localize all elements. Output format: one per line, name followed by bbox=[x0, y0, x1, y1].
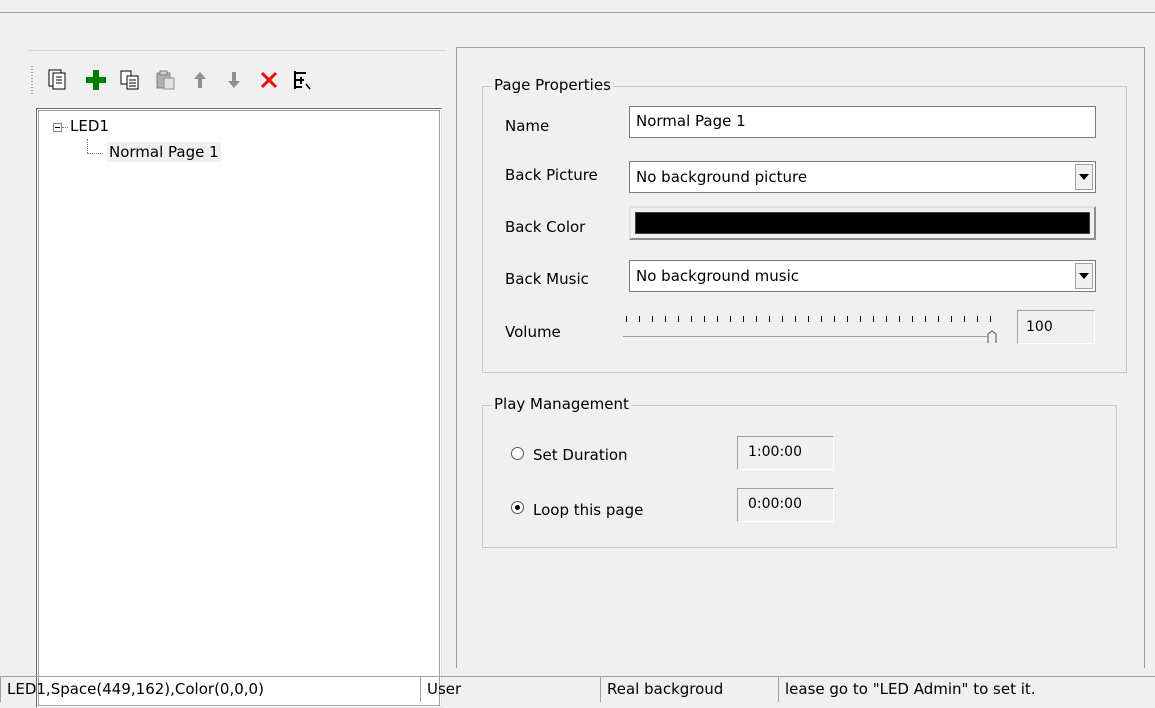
toolbar-grip[interactable] bbox=[31, 66, 33, 94]
chevron-down-icon bbox=[1079, 273, 1089, 279]
tree-node-led1[interactable]: LED1 bbox=[70, 117, 109, 135]
volume-slider-thumb[interactable] bbox=[987, 330, 997, 348]
status-bar: LED1,Space(449,162),Color(0,0,0) User Re… bbox=[0, 674, 1155, 702]
back-picture-dropdown-button[interactable] bbox=[1075, 164, 1093, 190]
volume-value: 100 bbox=[1017, 310, 1095, 344]
loop-page-radio[interactable] bbox=[511, 501, 524, 514]
delete-icon bbox=[260, 71, 278, 89]
tree-structure-button[interactable] bbox=[286, 64, 318, 96]
back-music-label: Back Music bbox=[505, 270, 589, 288]
status-message: lease go to "LED Admin" to set it. bbox=[778, 676, 1155, 702]
loop-page-field[interactable]: 0:00:00 bbox=[737, 488, 834, 522]
properties-panel: Page Properties Name Normal Page 1 Back … bbox=[456, 47, 1145, 668]
move-down-icon bbox=[228, 72, 240, 88]
volume-slider[interactable] bbox=[623, 311, 1003, 343]
volume-slider-track bbox=[623, 336, 987, 340]
move-up-icon bbox=[194, 72, 206, 88]
move-up-button[interactable] bbox=[184, 64, 216, 96]
add-button[interactable] bbox=[80, 64, 112, 96]
new-page-icon bbox=[48, 69, 66, 90]
back-picture-select[interactable]: No background picture bbox=[629, 161, 1096, 193]
back-color-swatch bbox=[635, 212, 1090, 234]
move-down-button[interactable] bbox=[218, 64, 250, 96]
set-duration-field[interactable]: 1:00:00 bbox=[737, 436, 834, 470]
play-management-group bbox=[482, 405, 1117, 548]
status-background: Real backgroud bbox=[600, 676, 778, 702]
back-picture-label: Back Picture bbox=[505, 166, 598, 184]
tree-icon bbox=[294, 71, 311, 90]
volume-label: Volume bbox=[505, 323, 561, 341]
top-divider bbox=[0, 12, 1155, 13]
copy-icon bbox=[120, 70, 139, 90]
back-music-dropdown-button[interactable] bbox=[1075, 263, 1093, 289]
tree-toolbar bbox=[28, 58, 446, 96]
back-color-label: Back Color bbox=[505, 218, 586, 236]
add-icon bbox=[86, 70, 106, 90]
back-music-value: No background music bbox=[636, 267, 800, 285]
name-field[interactable]: Normal Page 1 bbox=[629, 106, 1096, 138]
delete-button[interactable] bbox=[253, 64, 285, 96]
play-management-title: Play Management bbox=[492, 395, 631, 413]
page-properties-title: Page Properties bbox=[492, 76, 613, 94]
back-picture-value: No background picture bbox=[636, 168, 808, 186]
back-music-select[interactable]: No background music bbox=[629, 260, 1096, 292]
status-info: LED1,Space(449,162),Color(0,0,0) bbox=[0, 676, 420, 702]
set-duration-radio[interactable] bbox=[511, 447, 524, 460]
new-page-button[interactable] bbox=[42, 64, 74, 96]
back-color-button[interactable] bbox=[629, 206, 1096, 240]
tree-node-normal-page[interactable]: Normal Page 1 bbox=[107, 142, 221, 162]
status-user: User bbox=[420, 676, 600, 702]
set-duration-label[interactable]: Set Duration bbox=[533, 446, 628, 464]
paste-icon bbox=[156, 70, 175, 90]
name-label: Name bbox=[505, 117, 550, 135]
page-tree-panel: LED1 Normal Page 1 bbox=[28, 50, 446, 708]
chevron-down-icon bbox=[1079, 174, 1089, 180]
tree-collapse-toggle[interactable] bbox=[53, 123, 62, 132]
copy-button[interactable] bbox=[114, 64, 146, 96]
volume-slider-ticks bbox=[626, 316, 996, 322]
page-tree-view[interactable]: LED1 Normal Page 1 bbox=[36, 108, 442, 708]
paste-button[interactable] bbox=[150, 64, 182, 96]
loop-page-label[interactable]: Loop this page bbox=[533, 501, 643, 519]
